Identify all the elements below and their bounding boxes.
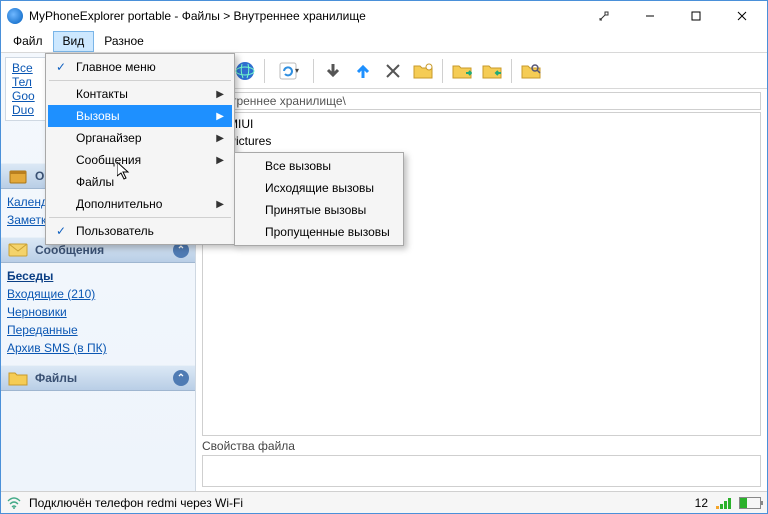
menu-item-user[interactable]: ✓Пользователь [48, 220, 232, 242]
menu-misc[interactable]: Разное [94, 31, 154, 52]
menu-view[interactable]: Вид [53, 31, 95, 52]
status-value: 12 [695, 496, 708, 510]
link-conversations[interactable]: Беседы [7, 267, 189, 285]
menu-label: Принятые вызовы [265, 203, 366, 217]
menu-label: Органайзер [76, 131, 142, 145]
file-properties: Свойства файла [202, 439, 761, 487]
menu-label: Исходящие вызовы [265, 181, 374, 195]
submenu-outgoing-calls[interactable]: Исходящие вызовы [237, 177, 401, 199]
status-text: Подключён телефон redmi через Wi-Fi [29, 496, 687, 510]
properties-label: Свойства файла [202, 439, 761, 453]
app-icon [7, 8, 23, 24]
messages-icon [7, 240, 29, 260]
submenu-received-calls[interactable]: Принятые вызовы [237, 199, 401, 221]
folder-out-button[interactable] [479, 58, 505, 84]
menu-separator [49, 80, 231, 81]
files-icon [7, 368, 29, 388]
signal-icon [716, 497, 731, 509]
toolbar-separator [511, 59, 512, 83]
link-drafts[interactable]: Черновики [7, 303, 189, 321]
properties-box [202, 455, 761, 487]
delete-button[interactable] [380, 58, 406, 84]
file-row[interactable]: Pictures [203, 132, 760, 149]
menu-item-main[interactable]: ✓Главное меню [48, 56, 232, 78]
sidebar-messages-links: Беседы Входящие (210) Черновики Переданн… [1, 263, 195, 365]
download-button[interactable] [320, 58, 346, 84]
menubar: Файл Вид Разное [1, 31, 767, 53]
globe-button[interactable] [232, 58, 258, 84]
submenu-missed-calls[interactable]: Пропущенные вызовы [237, 221, 401, 243]
sync-button[interactable]: ▾ [271, 58, 307, 84]
dropdown-icon: ▾ [295, 66, 299, 75]
search-folder-button[interactable] [518, 58, 544, 84]
link-inbox[interactable]: Входящие (210) [7, 285, 189, 303]
wifi-icon [7, 496, 21, 510]
minimize-button[interactable] [627, 1, 673, 31]
menu-file[interactable]: Файл [3, 31, 53, 52]
toolbar: ▾ [196, 53, 767, 89]
menu-item-messages[interactable]: Сообщения▶ [48, 149, 232, 171]
menu-label: Файлы [76, 175, 114, 189]
battery-icon [739, 497, 761, 509]
toolbar-separator [264, 59, 265, 83]
titlebar: MyPhoneExplorer portable - Файлы > Внутр… [1, 1, 767, 31]
menu-label: Дополнительно [76, 197, 162, 211]
menu-label: Вызовы [76, 109, 120, 123]
menu-item-extra[interactable]: Дополнительно▶ [48, 193, 232, 215]
collapse-icon[interactable]: ⌃ [173, 370, 189, 386]
close-button[interactable] [719, 1, 765, 31]
view-dropdown: ✓Главное меню Контакты▶ Вызовы▶ Органайз… [45, 53, 235, 245]
sidebar-header-label: Сообщения [35, 243, 104, 257]
path-bar[interactable]: \Внутреннее хранилище\ [202, 92, 761, 110]
menu-item-calls[interactable]: Вызовы▶ [48, 105, 232, 127]
file-row[interactable]: MIUI [203, 115, 760, 132]
menu-item-organizer[interactable]: Органайзер▶ [48, 127, 232, 149]
menu-label: Сообщения [76, 153, 141, 167]
calls-submenu: Все вызовы Исходящие вызовы Принятые выз… [234, 152, 404, 246]
folder-in-button[interactable] [449, 58, 475, 84]
tool-icon[interactable] [581, 1, 627, 31]
link-sent[interactable]: Переданные [7, 321, 189, 339]
main-pane: ▾ \Внутреннее хранилище\ MIUIPicturesTel… [196, 53, 767, 491]
menu-label: Все вызовы [265, 159, 331, 173]
status-bar: Подключён телефон redmi через Wi-Fi 12 [1, 491, 767, 513]
menu-label: Контакты [76, 87, 128, 101]
menu-label: Пользователь [76, 224, 154, 238]
menu-separator [49, 217, 231, 218]
organizer-icon [7, 166, 29, 186]
menu-label: Пропущенные вызовы [265, 225, 390, 239]
window-title: MyPhoneExplorer portable - Файлы > Внутр… [29, 9, 581, 23]
toolbar-separator [442, 59, 443, 83]
link-archive[interactable]: Архив SMS (в ПК) [7, 339, 189, 357]
menu-item-contacts[interactable]: Контакты▶ [48, 83, 232, 105]
toolbar-separator [313, 59, 314, 83]
upload-button[interactable] [350, 58, 376, 84]
maximize-button[interactable] [673, 1, 719, 31]
content-area: ✓Главное меню Контакты▶ Вызовы▶ Органайз… [1, 53, 767, 491]
submenu-all-calls[interactable]: Все вызовы [237, 155, 401, 177]
sidebar-header-files[interactable]: Файлы ⌃ [1, 365, 195, 391]
sidebar-header-label: Файлы [35, 371, 77, 385]
menu-label: Главное меню [76, 60, 156, 74]
new-folder-button[interactable] [410, 58, 436, 84]
menu-item-files[interactable]: Файлы [48, 171, 232, 193]
